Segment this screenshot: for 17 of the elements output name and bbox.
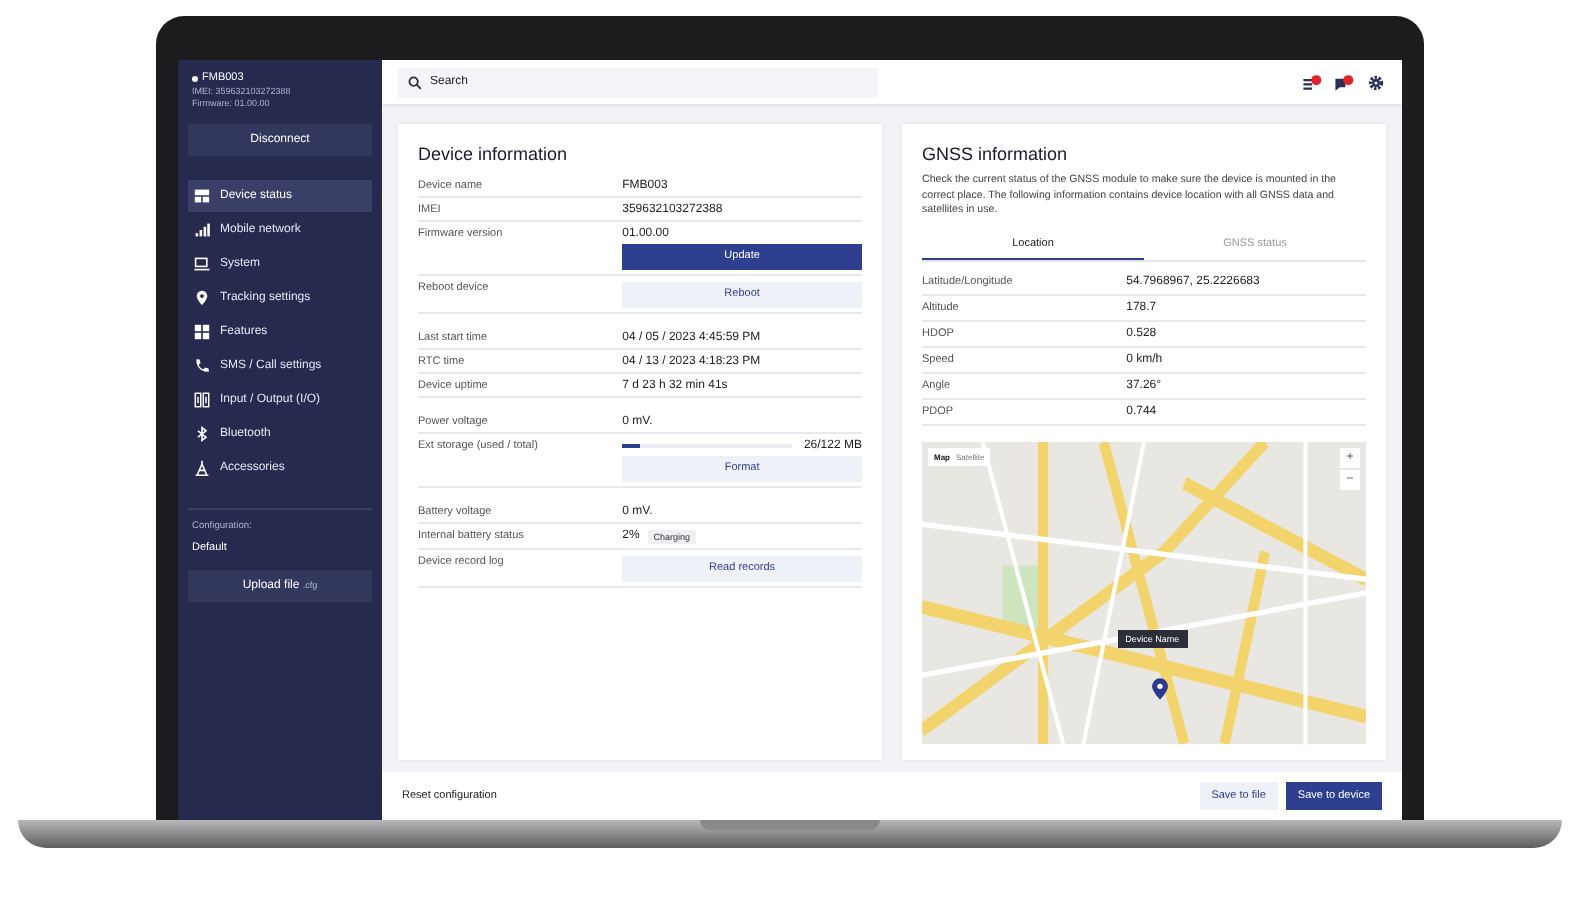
bluetooth-icon bbox=[194, 426, 210, 442]
map-pin-icon[interactable] bbox=[1152, 677, 1169, 700]
notification-list-icon[interactable] bbox=[1302, 73, 1322, 91]
settings-icon[interactable] bbox=[1366, 73, 1386, 91]
connection-dot bbox=[192, 75, 198, 81]
location-pin-icon bbox=[194, 290, 210, 306]
chat-alert-icon[interactable] bbox=[1334, 73, 1354, 91]
grid-icon bbox=[194, 324, 210, 340]
laptop-icon bbox=[194, 256, 210, 272]
accessory-icon bbox=[194, 460, 210, 476]
dashboard-icon bbox=[194, 188, 210, 204]
search-icon bbox=[408, 75, 422, 89]
signal-bars-icon bbox=[194, 222, 210, 238]
io-icon bbox=[194, 392, 210, 408]
card-title: Device information bbox=[418, 144, 570, 164]
phone-icon bbox=[194, 358, 210, 374]
card-title: GNSS information bbox=[922, 144, 1070, 164]
